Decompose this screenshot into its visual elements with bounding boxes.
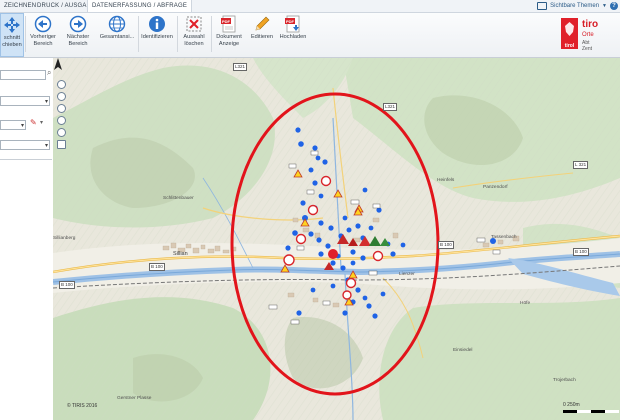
monitor-icon xyxy=(537,2,548,10)
document-view-button[interactable]: PDF Dokument Anzeige xyxy=(213,13,245,57)
place-label: Einsiedel xyxy=(453,348,473,353)
road-label: B 100 xyxy=(149,263,165,271)
edit-button[interactable]: Editieren xyxy=(247,13,277,57)
chevron-down-icon: ▾ xyxy=(44,99,48,105)
previous-extent-label: Vorheriger Bereich xyxy=(30,34,56,47)
eagle-crest-icon xyxy=(565,22,574,36)
next-extent-button[interactable]: Nächster Bereich xyxy=(62,13,94,57)
svg-text:PDF: PDF xyxy=(286,19,295,24)
pan-arrows-icon xyxy=(4,17,20,33)
chevron-down-icon: ▼ xyxy=(602,3,607,9)
identify-label: Identifizieren xyxy=(141,34,173,40)
road-label: B 100 xyxy=(573,248,589,256)
svg-text:PDF: PDF xyxy=(222,19,231,24)
map-globe-icon[interactable] xyxy=(57,80,66,89)
pan-tool-button[interactable]: schnitt chieben xyxy=(0,13,24,57)
clear-selection-label: Auswahl löschen xyxy=(183,34,205,47)
toolbar: schnitt chieben Vorheriger Bereich Nächs… xyxy=(0,13,620,58)
filter-select[interactable]: ▾ xyxy=(0,140,50,150)
arrow-left-circle-icon xyxy=(34,15,52,33)
pdf-upload-icon: PDF xyxy=(285,15,300,33)
chevron-down-icon[interactable]: ▾ xyxy=(40,119,43,126)
menu-tab-datenerfassung-abfrage[interactable]: DATENERFASSUNG / ABFRAGE xyxy=(87,0,193,12)
zoom-box-icon[interactable] xyxy=(57,116,66,125)
road-label: L 321 xyxy=(573,161,589,169)
road-label: L321 xyxy=(383,103,398,111)
zoom-previous-icon[interactable] xyxy=(57,128,66,137)
map-copyright: © TIRIS 2016 xyxy=(67,403,98,409)
panel-divider xyxy=(0,159,52,160)
pan-tool-label: schnitt chieben xyxy=(2,35,22,48)
place-label: Panzendorf xyxy=(483,185,508,190)
pencil-icon xyxy=(255,16,270,31)
fit-extent-icon[interactable] xyxy=(57,140,66,149)
chevron-down-icon: ▾ xyxy=(44,143,48,149)
globe-icon xyxy=(108,15,126,33)
full-extent-label: Gesamtansi... xyxy=(99,34,135,40)
map-view[interactable]: Sillianberg Schlittenbauer Sillian Lienz… xyxy=(53,58,620,420)
identify-button[interactable]: Identifizieren xyxy=(139,13,175,57)
road-label: B 100 xyxy=(438,241,454,249)
place-label: Sillian xyxy=(173,251,188,257)
arrow-right-circle-icon xyxy=(69,15,87,33)
info-icon xyxy=(149,16,165,32)
brush-icon[interactable]: ✎ xyxy=(30,118,37,127)
road-label: L321 xyxy=(233,63,248,71)
brand-line-2: Orte xyxy=(582,32,594,38)
scale-label: 0 250m xyxy=(563,402,580,408)
toolbar-separator xyxy=(211,16,212,52)
brand-word: tiro xyxy=(582,19,599,30)
pdf-document-icon: PDF xyxy=(221,15,236,33)
scale-bar: 0 250m xyxy=(563,402,619,416)
tirol-logo xyxy=(561,18,578,44)
place-label: Heinfels xyxy=(437,178,455,183)
document-view-label: Dokument Anzeige xyxy=(216,34,242,47)
clear-selection-icon xyxy=(186,16,202,32)
clear-selection-button[interactable]: Auswahl löschen xyxy=(179,13,209,57)
toolbar-separator xyxy=(25,16,26,52)
upload-button[interactable]: PDF Hochladen xyxy=(278,13,308,57)
scale-bar-graphic xyxy=(563,410,619,413)
visible-themes-dropdown[interactable]: Sichtbare Themen ▼ ? xyxy=(537,0,620,12)
edit-label: Editieren xyxy=(250,34,274,40)
place-label: Sillianberg xyxy=(53,236,76,241)
next-extent-label: Nächster Bereich xyxy=(66,34,90,47)
left-panel: ⌕ ▾ ▾ ✎ ▾ ▾ xyxy=(0,58,54,420)
tirol-logo-text: tirol xyxy=(561,43,578,49)
road-label: B 100 xyxy=(59,281,75,289)
zoom-in-icon[interactable] xyxy=(57,92,66,101)
previous-extent-button[interactable]: Vorheriger Bereich xyxy=(27,13,59,57)
north-arrow-icon xyxy=(54,58,62,70)
search-input[interactable] xyxy=(0,70,46,80)
zoom-out-icon[interactable] xyxy=(57,104,66,113)
full-extent-button[interactable]: Gesamtansi... xyxy=(97,13,137,57)
tool-select[interactable]: ▾ xyxy=(0,120,26,130)
visible-themes-label: Sichtbare Themen xyxy=(550,3,600,9)
help-icon[interactable]: ? xyxy=(610,2,618,10)
search-icon[interactable]: ⌕ xyxy=(47,68,51,78)
brand-line-4: Zent xyxy=(582,46,593,52)
map-canvas xyxy=(53,58,620,420)
toolbar-separator xyxy=(177,16,178,52)
menu-bar: ZEICHNEN DRUCK / AUSGABE DATENERFASSUNG … xyxy=(0,0,620,13)
place-label: Schlittenbauer xyxy=(163,196,194,201)
chevron-down-icon: ▾ xyxy=(20,123,24,129)
layer-select[interactable]: ▾ xyxy=(0,96,50,106)
tirol-brand: tirol tiro Orte Abt Zent xyxy=(558,13,620,57)
place-label: Tassenbach xyxy=(491,235,517,240)
place-label: Höfe xyxy=(520,301,531,306)
place-label: Gerstner Plasse xyxy=(117,396,152,401)
place-label: Trojerbach xyxy=(553,378,576,383)
place-label: Lienzer xyxy=(399,272,415,277)
upload-label: Hochladen xyxy=(279,34,307,40)
